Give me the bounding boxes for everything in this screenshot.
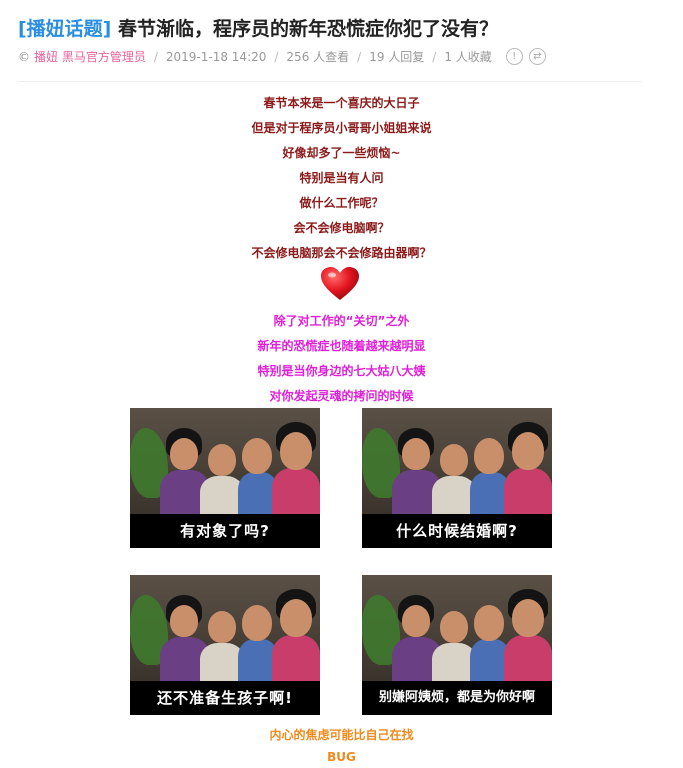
meta-separator: /: [274, 49, 279, 64]
post-title-text: 春节渐临，程序员的新年恐慌症你犯了没有？: [118, 18, 499, 40]
content-line: 除了对工作的“关切”之外: [273, 314, 410, 328]
content-line: 但是对于程序员小哥哥小姐姐来说: [251, 121, 432, 135]
copyright-icon: ©: [18, 49, 30, 64]
reply-count: 19 人回复: [369, 50, 425, 64]
content-line: 会不会修电脑啊？: [293, 221, 390, 235]
content-line: 春节本来是一个喜庆的大日子: [263, 96, 420, 110]
content-line: 新年的恐慌症也随着越来越明显: [257, 339, 426, 353]
meme-caption: 什么时候结婚啊?: [362, 514, 552, 548]
meme-caption: 别嫌阿姨烦，都是为你好啊: [362, 681, 552, 715]
content-line: 内心的焦虑可能比自己在找: [269, 728, 414, 742]
meme-figure: [280, 599, 312, 637]
meta-separator: /: [153, 49, 158, 64]
meme-image[interactable]: 有对象了吗?: [130, 408, 320, 548]
meme-figure: [402, 605, 430, 637]
content-line: 对你发起灵魂的拷问的时候: [269, 389, 414, 403]
content-line: 特别是当有人问: [299, 171, 384, 185]
meme-figure: [512, 599, 544, 637]
meme-figure: [402, 438, 430, 470]
meme-figure: [208, 611, 236, 643]
meme-figure: [474, 438, 504, 474]
meme-caption: 有对象了吗?: [130, 514, 320, 548]
meme-figure: [504, 468, 552, 516]
content-line: 好像却多了一些烦恼~: [282, 146, 401, 160]
post-title: [播妞话题] 春节渐临，程序员的新年恐慌症你犯了没有？: [18, 14, 498, 41]
meme-figure: [272, 635, 320, 683]
info-circle-icon[interactable]: !: [505, 48, 523, 65]
content-line: 做什么工作呢？: [299, 196, 384, 210]
favorite-count: 1 人收藏: [444, 50, 492, 64]
content-line: 特别是当你身边的七大姑八大姨: [257, 364, 426, 378]
meme-image[interactable]: 还不准备生孩子啊!: [130, 575, 320, 715]
post-meta: © 播妞 黑马官方管理员 / 2019-1-18 14:20 / 256 人查看…: [18, 48, 546, 65]
meme-image[interactable]: 什么时候结婚啊?: [362, 408, 552, 548]
meme-figure: [512, 432, 544, 470]
meme-caption: 还不准备生孩子啊!: [130, 681, 320, 715]
meta-separator: /: [432, 49, 437, 64]
meme-figure: [208, 444, 236, 476]
meme-image[interactable]: 别嫌阿姨烦，都是为你好啊: [362, 575, 552, 715]
meme-figure: [170, 438, 198, 470]
meme-figure: [504, 635, 552, 683]
meme-figure: [474, 605, 504, 641]
meta-separator: /: [357, 49, 362, 64]
meme-figure: [242, 605, 272, 641]
post-date: 2019-1-18 14:20: [165, 49, 267, 64]
meme-figure: [170, 605, 198, 637]
post-tag-link[interactable]: [播妞话题]: [18, 18, 111, 40]
content-line: 不会修电脑那会不会修路由器啊？: [251, 246, 432, 260]
header-divider: [18, 81, 642, 82]
meme-figure: [280, 432, 312, 470]
view-count: 256 人查看: [286, 50, 350, 64]
meme-figure: [440, 444, 468, 476]
meme-figure: [272, 468, 320, 516]
meme-figure: [440, 611, 468, 643]
content-line: BUG: [327, 750, 356, 764]
heart-icon: [321, 267, 359, 300]
share-circle-icon[interactable]: ⇄: [528, 48, 546, 65]
author-link[interactable]: 播妞 黑马官方管理员: [34, 48, 146, 65]
meme-figure: [242, 438, 272, 474]
